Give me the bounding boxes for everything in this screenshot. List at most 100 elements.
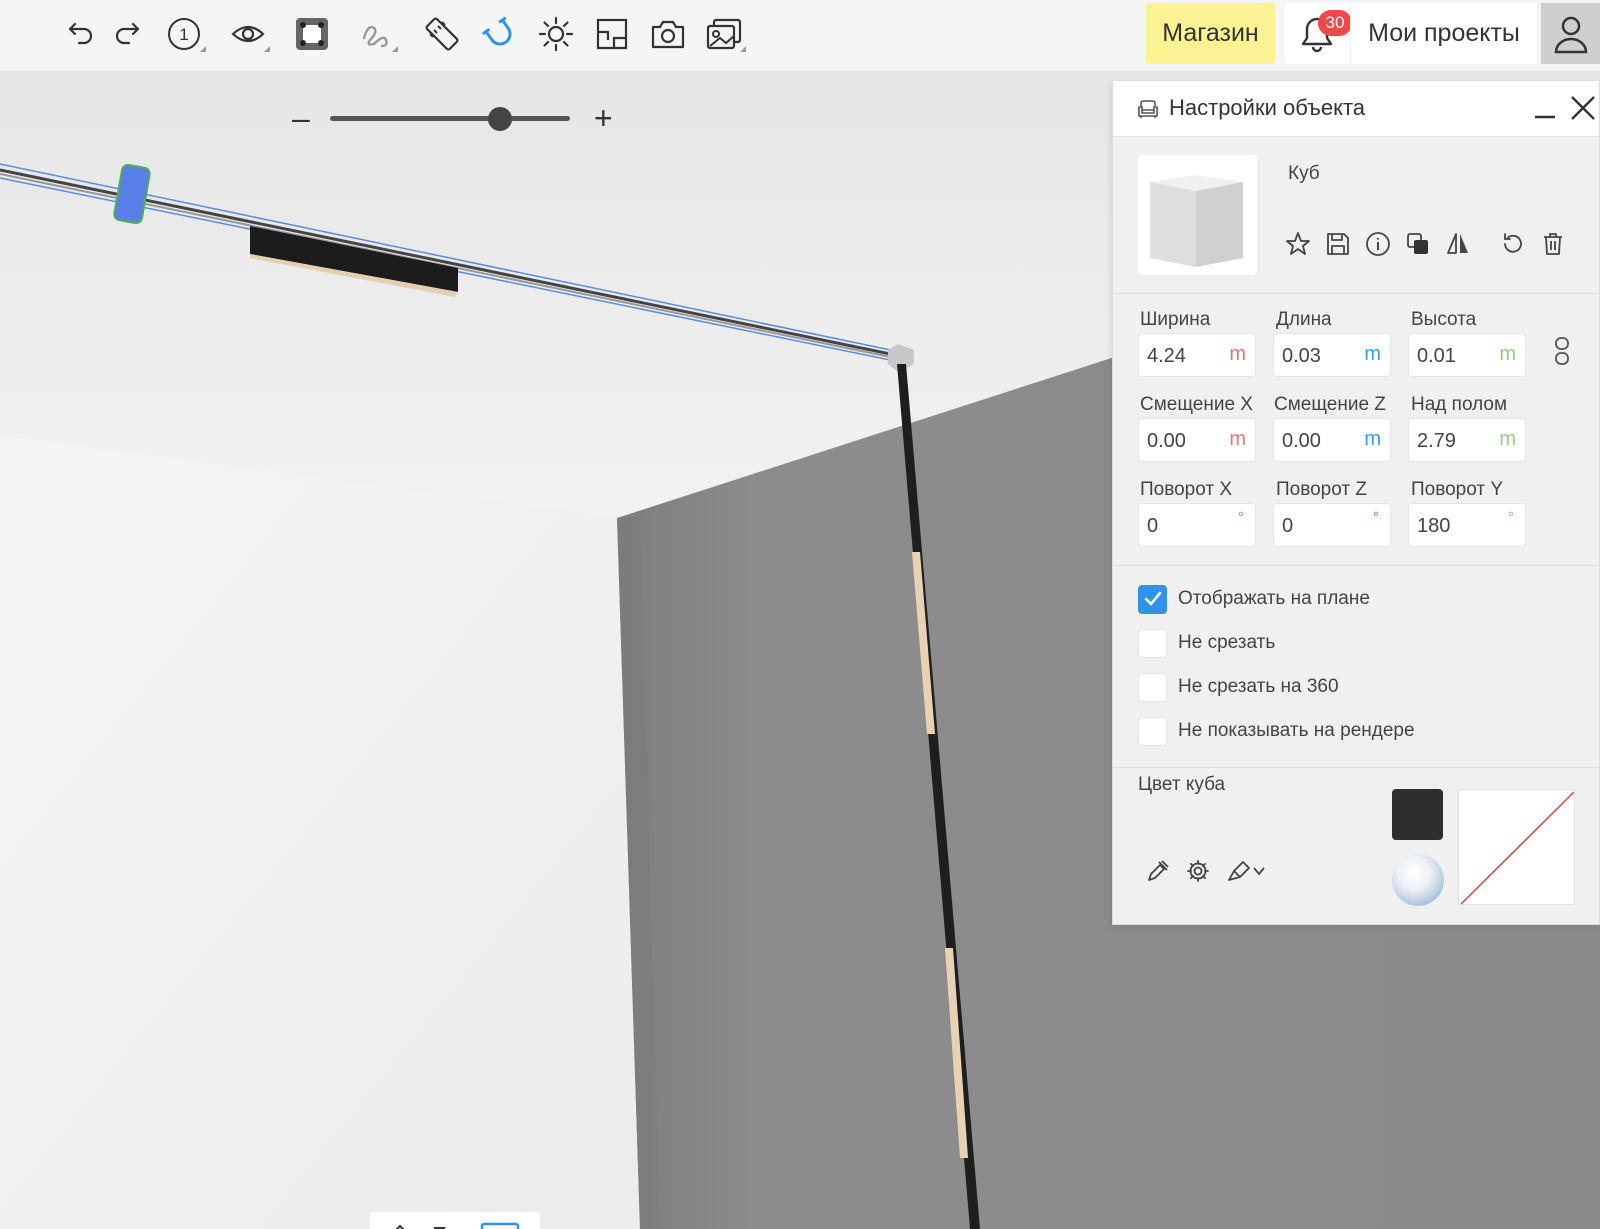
floor-plan-icon [596, 18, 628, 50]
show-on-plan-row[interactable]: Отображать на плане [1138, 584, 1370, 614]
select-frame-icon [296, 18, 328, 50]
height-field[interactable]: m [1408, 333, 1526, 377]
visibility-button[interactable] [224, 10, 272, 58]
left-wall [0, 435, 640, 1229]
save-icon [1327, 233, 1349, 255]
close-icon[interactable] [1568, 93, 1598, 123]
material-sphere-preview[interactable] [1392, 854, 1444, 906]
no-cut-360-label: Не срезать на 360 [1178, 676, 1339, 697]
rotation-z-field[interactable]: ° [1273, 503, 1391, 547]
info-button[interactable] [1363, 229, 1393, 259]
camera-button[interactable] [644, 10, 692, 58]
delete-button[interactable] [1538, 229, 1568, 259]
object-preview [1138, 155, 1257, 275]
no-cut-row[interactable]: Не срезать [1138, 628, 1275, 658]
lighting-button[interactable] [532, 10, 580, 58]
rotation-y-unit: ° [1508, 509, 1514, 526]
duplicate-button[interactable] [1403, 229, 1433, 259]
save-button[interactable] [1323, 229, 1353, 259]
length-field[interactable]: m [1273, 333, 1391, 377]
above-floor-input[interactable] [1417, 428, 1497, 454]
length-input[interactable] [1282, 343, 1362, 369]
width-input[interactable] [1147, 343, 1227, 369]
notifications-button[interactable]: 30 [1284, 3, 1352, 64]
zoom-track[interactable] [330, 116, 570, 121]
rotation-z-input[interactable] [1282, 513, 1362, 539]
notification-count-badge: 30 [1318, 10, 1352, 36]
no-cut-360-row[interactable]: Не срезать на 360 [1138, 672, 1339, 702]
shop-button[interactable]: Магазин [1146, 3, 1275, 64]
select-frame-button[interactable] [288, 10, 336, 58]
length-unit: m [1364, 343, 1381, 365]
offset-z-unit: m [1364, 428, 1381, 450]
above-floor-unit: m [1499, 428, 1516, 450]
duplicate-icon [1407, 233, 1428, 254]
offset-x-input[interactable] [1147, 428, 1227, 454]
trash-icon [1544, 233, 1562, 255]
mirror-button[interactable] [1443, 229, 1473, 259]
check-icon [1144, 591, 1161, 606]
floor-plan-button[interactable] [588, 10, 636, 58]
zoom-handle[interactable] [488, 107, 513, 131]
paint-brush-icon [1228, 861, 1250, 881]
offset-z-field[interactable]: m [1273, 418, 1391, 462]
show-on-plan-label: Отображать на плане [1178, 588, 1370, 609]
ruler-button[interactable] [418, 10, 466, 58]
bottom-tool-icons[interactable] [370, 1212, 540, 1229]
panel-header: Настройки объекта [1113, 81, 1599, 137]
zoom-in-button[interactable]: + [594, 100, 613, 136]
redo-icon [115, 22, 140, 45]
no-cut-360-checkbox[interactable] [1138, 672, 1167, 702]
undo-button[interactable] [56, 10, 104, 58]
chevron-down-icon [1253, 867, 1265, 876]
rotation-x-input[interactable] [1147, 513, 1227, 539]
color-swatch[interactable] [1392, 789, 1443, 840]
width-field[interactable]: m [1138, 333, 1256, 377]
rotation-z-label: Поворот Z [1276, 479, 1367, 500]
length-label: Длина [1276, 309, 1332, 330]
offset-z-label: Смещение Z [1274, 394, 1386, 415]
object-name: Куб [1288, 163, 1320, 184]
height-label: Высота [1411, 309, 1477, 330]
gallery-button[interactable] [700, 10, 748, 58]
floor-number-icon: 1 [168, 18, 200, 50]
hide-on-render-row[interactable]: Не показывать на рендере [1138, 716, 1415, 746]
redo-button[interactable] [104, 10, 152, 58]
my-projects-button[interactable]: Мои проекты [1350, 3, 1537, 64]
rotation-y-field[interactable]: ° [1408, 503, 1526, 547]
rotation-z-unit: ° [1373, 509, 1379, 526]
offset-x-label: Смещение X [1140, 394, 1253, 415]
zoom-out-button[interactable]: – [292, 100, 310, 136]
no-cut-label: Не срезать [1178, 632, 1276, 653]
offset-z-input[interactable] [1282, 428, 1362, 454]
rotation-x-field[interactable]: ° [1138, 503, 1256, 547]
eyedropper-button[interactable] [1143, 856, 1173, 886]
favorite-button[interactable] [1283, 229, 1313, 259]
panel-title: Настройки объекта [1169, 95, 1366, 120]
material-settings-button[interactable] [1183, 856, 1213, 886]
minimize-icon[interactable] [1531, 95, 1559, 123]
hide-on-render-checkbox[interactable] [1138, 716, 1167, 746]
paint-menu-button[interactable] [1223, 856, 1269, 886]
above-floor-label: Над полом [1411, 394, 1508, 415]
above-floor-field[interactable]: m [1408, 418, 1526, 462]
texture-preview-empty[interactable] [1458, 789, 1575, 905]
magnet-button[interactable] [476, 10, 524, 58]
show-on-plan-checkbox[interactable] [1138, 584, 1167, 614]
cube-color-label: Цвет куба [1138, 774, 1226, 795]
floor-button[interactable]: 1 [160, 10, 208, 58]
magnet-icon [482, 16, 512, 46]
undo-icon [68, 22, 93, 45]
rotation-x-label: Поворот X [1140, 479, 1233, 500]
freehand-button[interactable] [352, 10, 400, 58]
eyedropper-icon [1148, 860, 1169, 881]
user-account-button[interactable] [1541, 3, 1600, 64]
offset-x-field[interactable]: m [1138, 418, 1256, 462]
link-proportions-icon[interactable] [1553, 336, 1571, 366]
height-input[interactable] [1417, 343, 1497, 369]
bottom-toolbar [370, 1212, 540, 1229]
reset-button[interactable] [1498, 229, 1528, 259]
star-icon [1286, 232, 1310, 255]
no-cut-checkbox[interactable] [1138, 628, 1167, 658]
rotation-y-input[interactable] [1417, 513, 1497, 539]
